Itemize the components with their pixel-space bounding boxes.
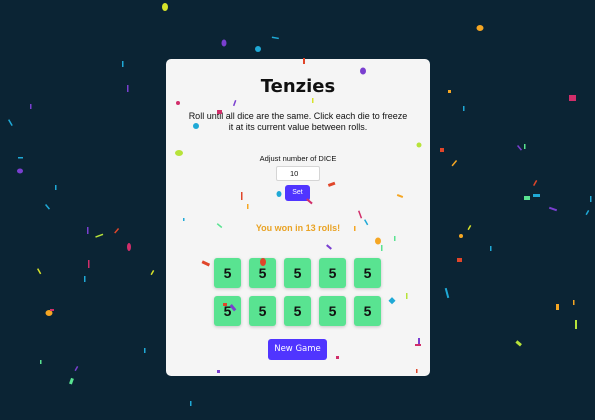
adjust-dice-label: Adjust number of DICE <box>259 154 337 163</box>
confetti-piece <box>575 320 577 329</box>
die[interactable]: 5 <box>319 258 346 288</box>
confetti-piece <box>17 168 23 174</box>
confetti-piece <box>515 340 522 347</box>
confetti-piece <box>45 204 51 210</box>
confetti-piece <box>150 270 155 276</box>
die[interactable]: 5 <box>214 296 241 326</box>
confetti-piece <box>40 360 42 364</box>
confetti-piece <box>573 300 575 305</box>
confetti-piece <box>459 234 463 238</box>
confetti-piece <box>448 90 451 93</box>
die[interactable]: 5 <box>214 258 241 288</box>
confetti-piece <box>30 104 32 109</box>
confetti-piece <box>517 145 523 151</box>
confetti-piece <box>569 95 576 101</box>
confetti-piece <box>556 304 559 310</box>
confetti-piece <box>95 233 104 238</box>
confetti-piece <box>451 159 458 167</box>
confetti-piece <box>18 157 23 159</box>
confetti-piece <box>524 196 530 200</box>
confetti-piece <box>533 180 538 186</box>
confetti-piece <box>585 210 590 216</box>
confetti-piece <box>533 194 540 197</box>
game-card: Tenzies Roll until all dice are the same… <box>166 59 430 376</box>
confetti-piece <box>87 227 89 234</box>
confetti-piece <box>74 366 79 372</box>
die[interactable]: 5 <box>249 296 276 326</box>
dice-grid: 5 5 5 5 5 5 5 5 5 5 <box>214 258 382 326</box>
die[interactable]: 5 <box>354 296 381 326</box>
confetti-piece <box>190 401 192 406</box>
confetti-piece <box>162 3 168 11</box>
win-message: You won in 13 rolls! <box>255 223 341 233</box>
confetti-piece <box>69 377 74 385</box>
confetti-piece <box>127 85 129 92</box>
confetti-piece <box>548 206 558 212</box>
game-instructions: Roll until all dice are the same. Click … <box>188 111 408 132</box>
confetti-piece <box>114 227 120 234</box>
confetti-piece <box>444 287 450 299</box>
die[interactable]: 5 <box>249 258 276 288</box>
confetti-piece <box>36 268 42 275</box>
dice-count-input[interactable] <box>276 166 320 181</box>
confetti-piece <box>122 61 124 67</box>
confetti-piece <box>8 119 13 127</box>
confetti-piece <box>271 36 279 40</box>
confetti-piece <box>84 276 86 282</box>
confetti-piece <box>476 25 484 31</box>
die[interactable]: 5 <box>319 296 346 326</box>
confetti-piece <box>463 106 465 111</box>
die[interactable]: 5 <box>284 258 311 288</box>
confetti-piece <box>221 39 227 47</box>
confetti-piece <box>55 185 57 190</box>
die[interactable]: 5 <box>354 258 381 288</box>
confetti-piece <box>255 46 261 52</box>
confetti-piece <box>440 148 444 152</box>
confetti-piece <box>490 246 492 251</box>
die[interactable]: 5 <box>284 296 311 326</box>
game-title: Tenzies <box>260 76 336 97</box>
confetti-piece <box>144 348 146 353</box>
confetti-piece <box>467 225 472 231</box>
confetti-piece <box>88 260 90 268</box>
confetti-piece <box>590 196 592 202</box>
confetti-piece <box>45 310 53 316</box>
new-game-button[interactable]: New Game <box>268 339 327 360</box>
confetti-piece <box>457 258 462 262</box>
confetti-piece <box>127 243 131 251</box>
confetti-piece <box>524 144 526 149</box>
confetti-piece <box>50 309 54 311</box>
set-button[interactable]: Set <box>285 185 310 201</box>
